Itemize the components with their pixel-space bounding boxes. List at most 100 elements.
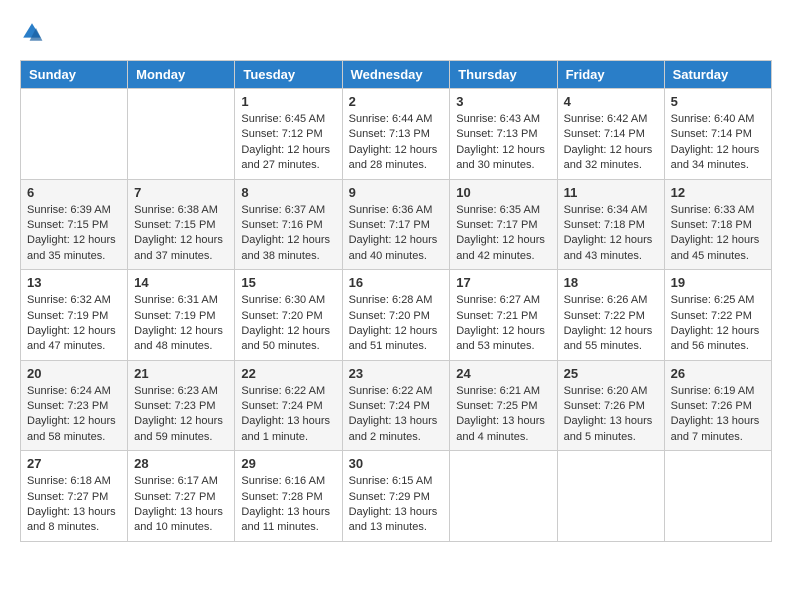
day-info: Sunrise: 6:45 AMSunset: 7:12 PMDaylight:… (241, 113, 330, 171)
day-info: Sunrise: 6:26 AMSunset: 7:22 PMDaylight:… (564, 294, 653, 352)
day-info: Sunrise: 6:32 AMSunset: 7:19 PMDaylight:… (27, 294, 116, 352)
day-number: 2 (349, 94, 444, 109)
calendar-week-row: 27 Sunrise: 6:18 AMSunset: 7:27 PMDayligh… (21, 451, 772, 542)
day-of-week-header: Wednesday (342, 61, 450, 89)
day-info: Sunrise: 6:15 AMSunset: 7:29 PMDaylight:… (349, 475, 438, 533)
day-of-week-header: Friday (557, 61, 664, 89)
calendar-cell: 1 Sunrise: 6:45 AMSunset: 7:12 PMDaylight… (235, 89, 342, 180)
day-number: 29 (241, 456, 335, 471)
day-number: 24 (456, 366, 550, 381)
day-number: 5 (671, 94, 765, 109)
day-info: Sunrise: 6:19 AMSunset: 7:26 PMDaylight:… (671, 385, 760, 443)
day-number: 12 (671, 185, 765, 200)
calendar-cell: 30 Sunrise: 6:15 AMSunset: 7:29 PMDayligh… (342, 451, 450, 542)
day-number: 23 (349, 366, 444, 381)
calendar-cell: 29 Sunrise: 6:16 AMSunset: 7:28 PMDayligh… (235, 451, 342, 542)
day-of-week-header: Sunday (21, 61, 128, 89)
calendar-week-row: 20 Sunrise: 6:24 AMSunset: 7:23 PMDayligh… (21, 360, 772, 451)
day-number: 22 (241, 366, 335, 381)
day-of-week-header: Thursday (450, 61, 557, 89)
day-of-week-header: Saturday (664, 61, 771, 89)
calendar-cell: 26 Sunrise: 6:19 AMSunset: 7:26 PMDayligh… (664, 360, 771, 451)
day-number: 18 (564, 275, 658, 290)
calendar-cell: 16 Sunrise: 6:28 AMSunset: 7:20 PMDayligh… (342, 270, 450, 361)
day-number: 6 (27, 185, 121, 200)
calendar-cell (450, 451, 557, 542)
day-info: Sunrise: 6:44 AMSunset: 7:13 PMDaylight:… (349, 113, 438, 171)
day-info: Sunrise: 6:38 AMSunset: 7:15 PMDaylight:… (134, 204, 223, 262)
calendar-cell: 18 Sunrise: 6:26 AMSunset: 7:22 PMDayligh… (557, 270, 664, 361)
day-info: Sunrise: 6:37 AMSunset: 7:16 PMDaylight:… (241, 204, 330, 262)
calendar-cell: 17Sunrise: 6:27 AMSunset: 7:21 PMDayligh… (450, 270, 557, 361)
day-number: 1 (241, 94, 335, 109)
day-number: 30 (349, 456, 444, 471)
day-info: Sunrise: 6:42 AMSunset: 7:14 PMDaylight:… (564, 113, 653, 171)
day-info: Sunrise: 6:16 AMSunset: 7:28 PMDaylight:… (241, 475, 330, 533)
calendar-cell: 4 Sunrise: 6:42 AMSunset: 7:14 PMDaylight… (557, 89, 664, 180)
day-number: 13 (27, 275, 121, 290)
day-of-week-header: Monday (128, 61, 235, 89)
calendar-week-row: 1 Sunrise: 6:45 AMSunset: 7:12 PMDaylight… (21, 89, 772, 180)
calendar-cell: 7 Sunrise: 6:38 AMSunset: 7:15 PMDaylight… (128, 179, 235, 270)
calendar-cell: 8 Sunrise: 6:37 AMSunset: 7:16 PMDaylight… (235, 179, 342, 270)
day-info: Sunrise: 6:27 AMSunset: 7:21 PMDaylight:… (456, 294, 545, 352)
calendar-cell: 11Sunrise: 6:34 AMSunset: 7:18 PMDayligh… (557, 179, 664, 270)
day-number: 15 (241, 275, 335, 290)
calendar-cell: 14 Sunrise: 6:31 AMSunset: 7:19 PMDayligh… (128, 270, 235, 361)
calendar-cell (21, 89, 128, 180)
day-info: Sunrise: 6:34 AMSunset: 7:18 PMDaylight:… (564, 204, 653, 262)
calendar: SundayMondayTuesdayWednesdayThursdayFrid… (20, 60, 772, 542)
logo (20, 20, 48, 44)
calendar-cell: 20 Sunrise: 6:24 AMSunset: 7:23 PMDayligh… (21, 360, 128, 451)
day-info: Sunrise: 6:24 AMSunset: 7:23 PMDaylight:… (27, 385, 116, 443)
logo-icon (20, 20, 44, 44)
day-info: Sunrise: 6:31 AMSunset: 7:19 PMDaylight:… (134, 294, 223, 352)
day-number: 8 (241, 185, 335, 200)
calendar-cell: 3Sunrise: 6:43 AMSunset: 7:13 PMDaylight… (450, 89, 557, 180)
calendar-header-row: SundayMondayTuesdayWednesdayThursdayFrid… (21, 61, 772, 89)
day-of-week-header: Tuesday (235, 61, 342, 89)
calendar-cell: 9 Sunrise: 6:36 AMSunset: 7:17 PMDaylight… (342, 179, 450, 270)
calendar-cell: 25 Sunrise: 6:20 AMSunset: 7:26 PMDayligh… (557, 360, 664, 451)
day-info: Sunrise: 6:17 AMSunset: 7:27 PMDaylight:… (134, 475, 223, 533)
calendar-cell: 27 Sunrise: 6:18 AMSunset: 7:27 PMDayligh… (21, 451, 128, 542)
calendar-cell: 24 Sunrise: 6:21 AMSunset: 7:25 PMDayligh… (450, 360, 557, 451)
day-number: 27 (27, 456, 121, 471)
day-info: Sunrise: 6:21 AMSunset: 7:25 PMDaylight:… (456, 385, 545, 443)
calendar-cell (664, 451, 771, 542)
calendar-week-row: 13 Sunrise: 6:32 AMSunset: 7:19 PMDayligh… (21, 270, 772, 361)
calendar-cell: 28 Sunrise: 6:17 AMSunset: 7:27 PMDayligh… (128, 451, 235, 542)
day-number: 20 (27, 366, 121, 381)
day-number: 7 (134, 185, 228, 200)
day-info: Sunrise: 6:33 AMSunset: 7:18 PMDaylight:… (671, 204, 760, 262)
day-number: 19 (671, 275, 765, 290)
calendar-cell: 22 Sunrise: 6:22 AMSunset: 7:24 PMDayligh… (235, 360, 342, 451)
day-number: 4 (564, 94, 658, 109)
calendar-cell: 21Sunrise: 6:23 AMSunset: 7:23 PMDayligh… (128, 360, 235, 451)
day-number: 9 (349, 185, 444, 200)
calendar-cell: 2 Sunrise: 6:44 AMSunset: 7:13 PMDaylight… (342, 89, 450, 180)
day-number: 14 (134, 275, 228, 290)
calendar-cell: 6Sunrise: 6:39 AMSunset: 7:15 PMDaylight… (21, 179, 128, 270)
day-number: 16 (349, 275, 444, 290)
calendar-cell (128, 89, 235, 180)
day-info: Sunrise: 6:30 AMSunset: 7:20 PMDaylight:… (241, 294, 330, 352)
day-info: Sunrise: 6:22 AMSunset: 7:24 PMDaylight:… (241, 385, 330, 443)
day-info: Sunrise: 6:18 AMSunset: 7:27 PMDaylight:… (27, 475, 116, 533)
day-info: Sunrise: 6:36 AMSunset: 7:17 PMDaylight:… (349, 204, 438, 262)
day-number: 25 (564, 366, 658, 381)
calendar-cell: 19Sunrise: 6:25 AMSunset: 7:22 PMDayligh… (664, 270, 771, 361)
day-info: Sunrise: 6:22 AMSunset: 7:24 PMDaylight:… (349, 385, 438, 443)
day-number: 21 (134, 366, 228, 381)
calendar-cell: 12 Sunrise: 6:33 AMSunset: 7:18 PMDayligh… (664, 179, 771, 270)
day-info: Sunrise: 6:40 AMSunset: 7:14 PMDaylight:… (671, 113, 760, 171)
calendar-cell: 10Sunrise: 6:35 AMSunset: 7:17 PMDayligh… (450, 179, 557, 270)
day-number: 26 (671, 366, 765, 381)
day-number: 10 (456, 185, 550, 200)
calendar-cell: 5 Sunrise: 6:40 AMSunset: 7:14 PMDaylight… (664, 89, 771, 180)
day-number: 3 (456, 94, 550, 109)
day-info: Sunrise: 6:20 AMSunset: 7:26 PMDaylight:… (564, 385, 653, 443)
day-number: 28 (134, 456, 228, 471)
calendar-cell: 23 Sunrise: 6:22 AMSunset: 7:24 PMDayligh… (342, 360, 450, 451)
day-info: Sunrise: 6:28 AMSunset: 7:20 PMDaylight:… (349, 294, 438, 352)
